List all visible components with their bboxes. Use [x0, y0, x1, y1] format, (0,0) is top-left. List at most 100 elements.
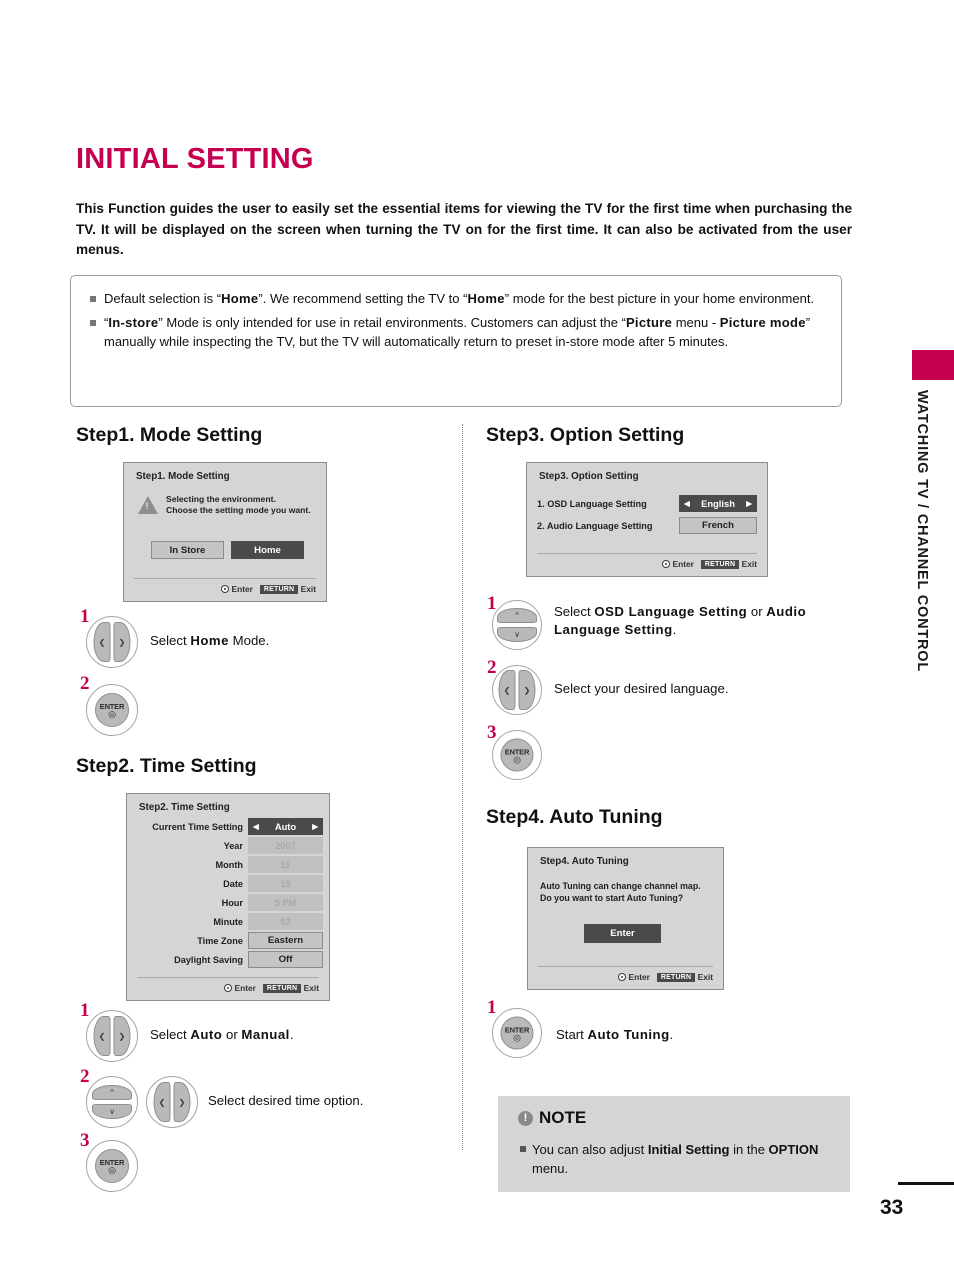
arrow-right-icon[interactable]: ▶ — [312, 822, 318, 831]
nav-left-icon[interactable]: ❮ — [153, 1082, 171, 1122]
step4-footer-enter: Enter — [628, 972, 650, 982]
left-right-nav-button[interactable]: ❮ ❯ — [86, 616, 138, 668]
step3-action1-text: Select OSD Language Setting or Audio Lan… — [554, 603, 864, 639]
nav-down-icon[interactable]: ∨ — [92, 1104, 132, 1119]
up-down-nav-button[interactable]: ^ ∨ — [86, 1076, 138, 1128]
step2-row5-label: Minute — [213, 917, 243, 927]
s4a1-pre: Start — [556, 1027, 588, 1042]
info-b1-p3: ” mode for the best picture in your home… — [504, 291, 815, 306]
step2-osd-footer: Enter RETURN Exit — [137, 977, 319, 993]
step2-row6-value[interactable]: Eastern — [248, 932, 323, 949]
enter-button[interactable]: ENTER ◎ — [492, 1008, 542, 1058]
step3-row1-value[interactable]: French — [679, 517, 757, 534]
info-b1-b2: Home — [467, 291, 505, 306]
step3-row1-label: 2. Audio Language Setting — [537, 521, 653, 531]
step2-row2-value[interactable]: 11 — [248, 856, 323, 873]
bullet-square-icon — [520, 1146, 526, 1152]
nav-right-icon[interactable]: ❯ — [113, 1016, 131, 1056]
page-number-rule — [898, 1182, 954, 1185]
section-color-tab — [912, 350, 954, 380]
step2-action2-text: Select desired time option. — [208, 1093, 364, 1108]
step2-row0-value[interactable]: ◀ Auto ▶ — [248, 818, 323, 835]
nav-down-icon[interactable]: ∨ — [497, 627, 537, 642]
enter-dot-icon — [662, 560, 671, 568]
enter-dot-icon — [221, 585, 230, 593]
step2-row7-value[interactable]: Off — [248, 951, 323, 968]
enter-dot-icon — [618, 973, 627, 981]
note-bold: Initial Setting — [647, 1142, 730, 1157]
nav-up-icon[interactable]: ^ — [92, 1085, 132, 1100]
step1-osd-panel: Step1. Mode Setting ! Selecting the envi… — [123, 462, 327, 602]
arrow-right-icon[interactable]: ▶ — [746, 499, 752, 508]
note-bold2: OPTION — [768, 1142, 819, 1157]
note-heading-text: NOTE — [539, 1108, 587, 1127]
step2-footer-exit: Exit — [303, 983, 319, 993]
info-b2-b2: Picture — [625, 314, 673, 330]
s2a1-bold: Auto — [190, 1027, 223, 1042]
page-number: 33 — [880, 1196, 904, 1219]
enter-button[interactable]: ENTER ◎ — [86, 1140, 138, 1192]
enter-button[interactable]: ENTER ◎ — [86, 684, 138, 736]
step1-home-button[interactable]: Home — [231, 541, 304, 559]
step3-footer-enter: Enter — [672, 559, 694, 569]
step3-row0-value[interactable]: ◀ English ▶ — [679, 495, 757, 512]
enter-target-icon: ◎ — [513, 1032, 521, 1042]
s1a1-pre: Select — [150, 633, 191, 648]
step2-osd-panel: Step2. Time Setting Current Time Setting… — [126, 793, 330, 1001]
step4-enter-button[interactable]: Enter — [584, 924, 661, 943]
enter-target-icon: ◎ — [108, 709, 116, 719]
return-chip: RETURN — [262, 983, 302, 993]
nav-left-icon[interactable]: ❮ — [498, 670, 516, 710]
info-b2-b3: Picture mode — [719, 314, 806, 330]
step1-osd-message-line2: Choose the setting mode you want. — [166, 505, 311, 515]
left-right-nav-button[interactable]: ❮ ❯ — [146, 1076, 198, 1128]
step2-heading: Step2. Time Setting — [76, 755, 257, 777]
s4a1-bold: Auto Tuning — [587, 1027, 670, 1042]
s2a1-pre: Select — [150, 1027, 191, 1042]
nav-right-icon[interactable]: ❯ — [518, 670, 536, 710]
exclamation-circle-icon: ! — [518, 1110, 533, 1126]
step2-row5-value[interactable]: 52 — [248, 913, 323, 930]
step4-action1-text: Start Auto Tuning. — [556, 1026, 856, 1044]
step1-footer-enter: Enter — [231, 584, 253, 594]
step4-osd-title: Step4. Auto Tuning — [540, 856, 629, 867]
note-box: ! NOTE You can also adjust Initial Setti… — [498, 1096, 850, 1192]
step2-row0-value-text: Auto — [274, 821, 297, 832]
s3a1-bold: OSD Language Setting — [594, 604, 748, 619]
step4-heading: Step4. Auto Tuning — [486, 806, 663, 828]
step2-footer-enter: Enter — [234, 983, 256, 993]
nav-right-icon[interactable]: ❯ — [113, 622, 131, 662]
nav-right-icon[interactable]: ❯ — [173, 1082, 191, 1122]
nav-up-icon[interactable]: ^ — [497, 608, 537, 623]
step3-footer-exit: Exit — [741, 559, 757, 569]
info-b2-p3: menu - — [672, 314, 720, 330]
step3-osd-title: Step3. Option Setting — [539, 471, 639, 482]
left-right-nav-button[interactable]: ❮ ❯ — [492, 665, 542, 715]
step4-osd-message-line1: Auto Tuning can change channel map. — [540, 881, 701, 891]
step1-in-store-button[interactable]: In Store — [151, 541, 224, 559]
step2-row0-label: Current Time Setting — [152, 822, 243, 832]
step2-row3-value[interactable]: 15 — [248, 875, 323, 892]
s2a1-mid: or — [222, 1027, 242, 1042]
s2a1-bold2: Manual — [241, 1027, 290, 1042]
info-bullet-1: Default selection is “Home”. We recommen… — [89, 276, 825, 309]
info-b2-b1: In-store — [108, 314, 159, 330]
note-mid: in the — [729, 1142, 769, 1157]
step2-row7-label: Daylight Saving — [174, 955, 243, 965]
s1a1-bold: Home — [190, 633, 229, 648]
nav-left-icon[interactable]: ❮ — [93, 1016, 111, 1056]
up-down-nav-button[interactable]: ^ ∨ — [492, 600, 542, 650]
info-bullet-2: “In-store” Mode is only intended for use… — [89, 313, 825, 352]
enter-button[interactable]: ENTER ◎ — [492, 730, 542, 780]
step3-osd-footer: Enter RETURN Exit — [537, 553, 757, 569]
step2-row1-value[interactable]: 2007 — [248, 837, 323, 854]
info-box: Default selection is “Home”. We recommen… — [70, 275, 842, 407]
note-heading: ! NOTE — [518, 1108, 586, 1128]
nav-left-icon[interactable]: ❮ — [93, 622, 111, 662]
step1-action1-text: Select Home Mode. — [150, 632, 400, 650]
step2-row6-label: Time Zone — [197, 936, 243, 946]
column-divider — [462, 424, 463, 1150]
step2-row4-value[interactable]: 5 PM — [248, 894, 323, 911]
step1-footer-exit: Exit — [300, 584, 316, 594]
left-right-nav-button[interactable]: ❮ ❯ — [86, 1010, 138, 1062]
